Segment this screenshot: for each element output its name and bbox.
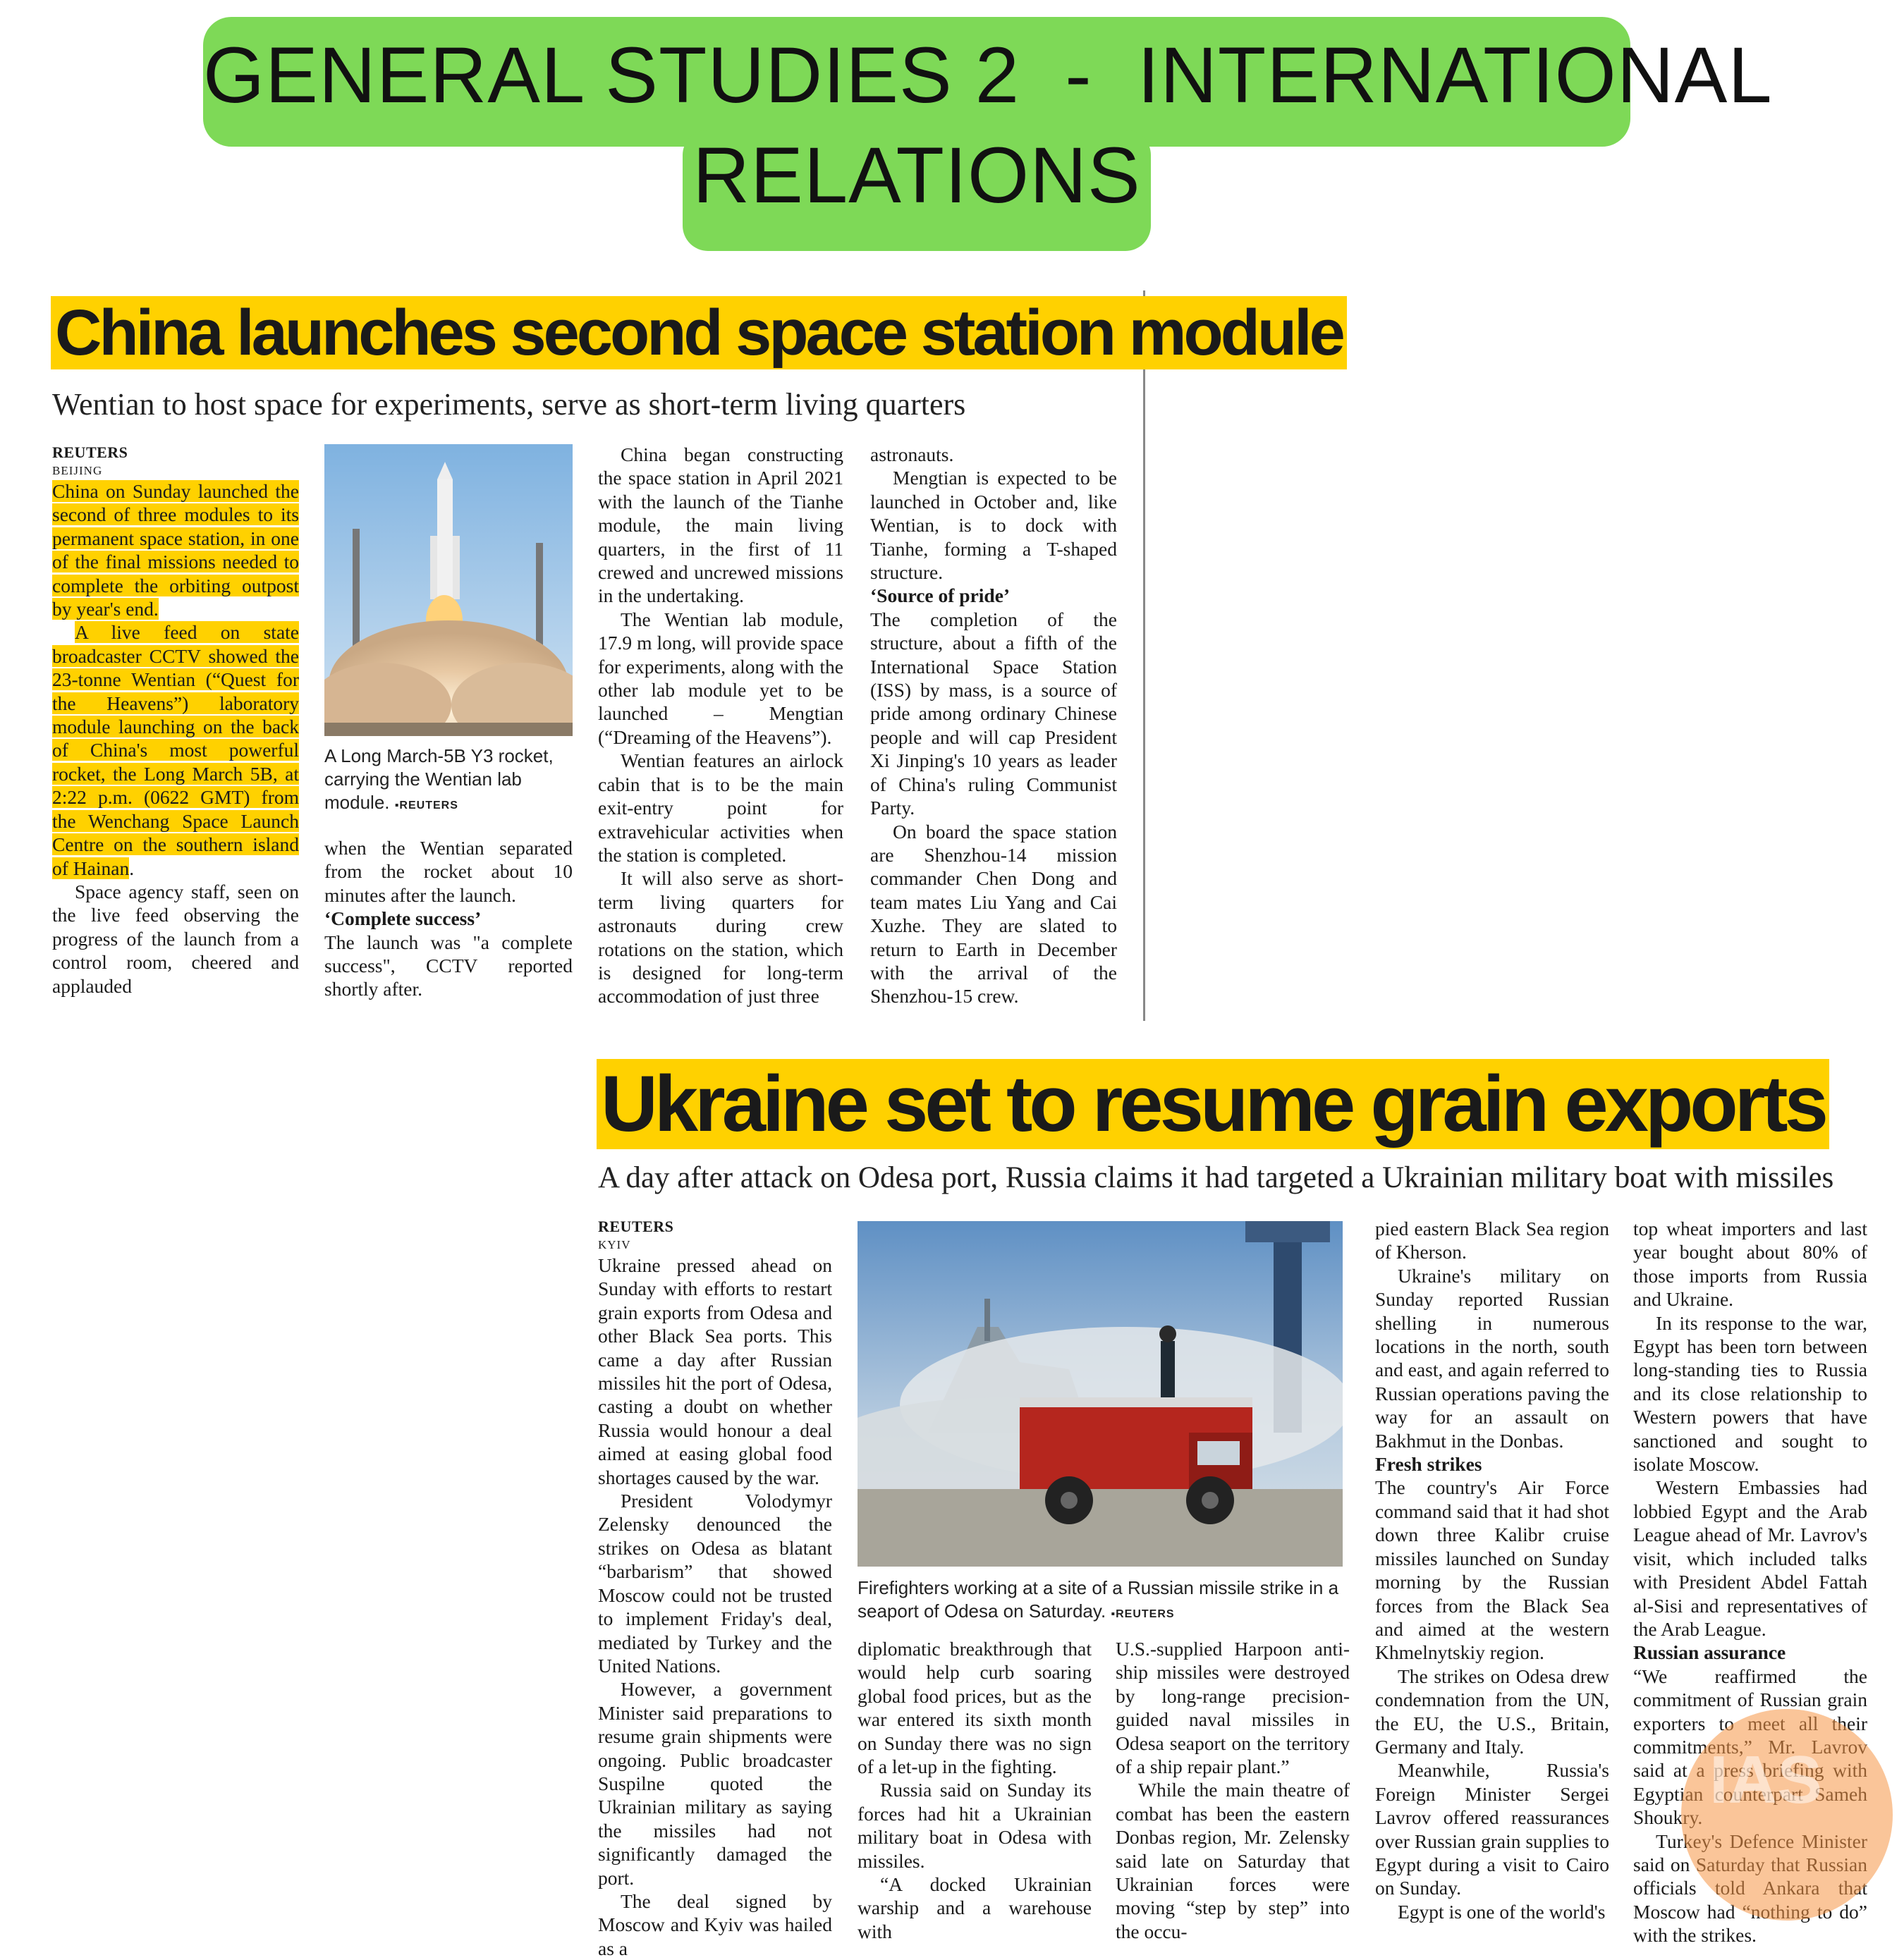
article1-col3: China began constructing the space stati… — [598, 443, 843, 1008]
article1-col4: astronauts. Mengtian is expected to be l… — [870, 443, 1117, 1008]
article2-col1-para2: President Volodymyr Zelensky denounced t… — [598, 1490, 832, 1677]
article1-agency: REUTERS — [52, 443, 128, 461]
rocket-photo-caption: A Long March-5B Y3 rocket, carrying the … — [324, 745, 573, 817]
article2-agency: REUTERS — [598, 1218, 674, 1235]
article2-col4: pied eastern Black Sea region of Kherson… — [1375, 1217, 1609, 1923]
article2-col3-para2: While the main theatre of combat has bee… — [1116, 1779, 1350, 1942]
article2-col1-para1: Ukraine pressed ahead on Sunday with eff… — [598, 1254, 832, 1488]
article1-para2-highlight: A live feed on state broadcaster CCTV sh… — [52, 621, 299, 879]
odesa-credit-text: REUTERS — [1116, 1608, 1175, 1620]
article1-col3-para3: Wentian features an airlock cabin that i… — [598, 749, 843, 866]
banner-title: GENERAL STUDIES 2 - INTERNATIONAL RELATI… — [203, 25, 1773, 226]
article1-col3-para1: China began constructing the space stati… — [598, 443, 843, 607]
article1-col2-para2: The launch was "a complete success", CCT… — [324, 931, 573, 1000]
article2-subhead-fresh-strikes: Fresh strikes — [1375, 1453, 1482, 1476]
article2-col5-para1: top wheat importers and last year bought… — [1633, 1218, 1867, 1311]
article1-col3-para4: It will also serve as short-term living … — [598, 867, 843, 1007]
article1-subhead-complete-success: ‘Complete success’ — [324, 907, 482, 930]
article2-col4-para5: Meanwhile, Russia's Foreign Minister Ser… — [1375, 1759, 1609, 1899]
article2-col2-para3: “A docked Ukrainian warship and a wareho… — [858, 1873, 1092, 1942]
odesa-caption-text: Firefighters working at a site of a Russ… — [858, 1577, 1339, 1622]
rocket-launch-image — [324, 444, 573, 736]
article2-col4-para4: The strikes on Odesa drew condemnation f… — [1375, 1665, 1609, 1758]
article2-col1: REUTERS KYIV Ukraine pressed ahead on Su… — [598, 1217, 832, 1960]
article2-col2-para2: Russia said on Sunday its forces had hit… — [858, 1779, 1092, 1872]
article2-col2: diplomatic breakthrough that would help … — [858, 1637, 1092, 1943]
article2-col3-para1: U.S.-supplied Harpoon anti-ship missiles… — [1116, 1638, 1350, 1778]
article2-col4-para2: Ukraine's military on Sunday reported Ru… — [1375, 1264, 1609, 1452]
odesa-caption-credit: ▪REUTERS — [1111, 1608, 1175, 1620]
article1-dateline: BEIJING — [52, 464, 103, 477]
banner-title-line2: RELATIONS — [692, 131, 1141, 219]
article2-col2-para1: diplomatic breakthrough that would help … — [858, 1638, 1092, 1778]
odesa-strike-image — [858, 1221, 1343, 1567]
article2-headline: Ukraine set to resume grain exports — [597, 1059, 1829, 1149]
article2-col4-para3: The country's Air Force command said tha… — [1375, 1476, 1609, 1664]
article2-deck: A day after attack on Odesa port, Russia… — [598, 1161, 1834, 1194]
watermark-logo-text: IAS — [1709, 1742, 1823, 1818]
article1-col4-para4: On board the space station are Shenzhou-… — [870, 820, 1117, 1007]
article2-col5-para2: In its response to the war, Egypt has be… — [1633, 1311, 1867, 1476]
article1-col2: when the Wentian separated from the rock… — [324, 836, 573, 1001]
rocket-credit-text: REUTERS — [399, 800, 458, 811]
article2-subhead-russian-assurance: Russian assurance — [1633, 1641, 1786, 1664]
article1-subhead-source-of-pride: ‘Source of pride’ — [870, 584, 1011, 607]
article2-col1-para3: However, a government Minister said prep… — [598, 1678, 832, 1889]
article1-col4-para1: astronauts. — [870, 443, 954, 465]
odesa-strike-photo — [858, 1221, 1343, 1567]
article1-col4-para3: The completion of the structure, about a… — [870, 608, 1117, 819]
article1-col1-para3: Space agency staff, seen on the live fee… — [52, 880, 299, 997]
banner-title-line1: GENERAL STUDIES 2 - INTERNATIONAL — [203, 31, 1773, 119]
column-divider — [1143, 290, 1145, 1021]
odesa-photo-caption: Firefighters working at a site of a Russ… — [858, 1576, 1344, 1626]
article2-dateline: KYIV — [598, 1238, 631, 1251]
article1-headline: China launches second space station modu… — [51, 296, 1347, 369]
article2-col1-para4: The deal signed by Moscow and Kyiv was h… — [598, 1889, 832, 1959]
rocket-launch-photo — [324, 444, 573, 736]
article2-col4-para1: pied eastern Black Sea region of Kherson… — [1375, 1218, 1609, 1263]
article1-col4-para2: Mengtian is expected to be launched in O… — [870, 467, 1117, 584]
article1-col1: REUTERS BEIJING China on Sunday launched… — [52, 443, 299, 997]
article2-col3: U.S.-supplied Harpoon anti-ship missiles… — [1116, 1637, 1350, 1943]
article2-col5-para3: Western Embassies had lobbied Egypt and … — [1633, 1476, 1867, 1640]
article1-col2-para1: when the Wentian separated from the rock… — [324, 837, 573, 906]
rocket-caption-credit: ▪REUTERS — [394, 800, 458, 811]
article1-lead-highlight: China on Sunday launched the second of t… — [52, 480, 299, 620]
article1-col3-para2: The Wentian lab module, 17.9 m long, wil… — [598, 608, 843, 748]
article1-deck: Wentian to host space for experiments, s… — [52, 387, 966, 422]
